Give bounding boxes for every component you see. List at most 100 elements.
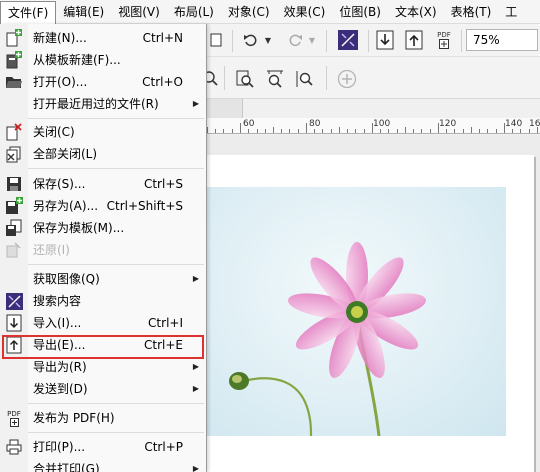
publish-pdf-icon: PDF — [5, 409, 23, 427]
menu-item-label: 还原(I) — [33, 243, 70, 257]
pdf-label: PDF — [437, 31, 451, 39]
menu-item-open-recent[interactable]: 打开最近用过的文件(R) ▶ — [0, 93, 206, 115]
menu-item-label: 新建(N)... — [33, 31, 87, 45]
menu-item-label: 保存(S)... — [33, 177, 86, 191]
menu-item-label: 导入(I)... — [33, 316, 82, 330]
search-content-icon — [5, 292, 23, 310]
ruler-label-160: 160 — [529, 119, 540, 129]
menu-item-acquire-image[interactable]: 获取图像(Q) ▶ — [0, 268, 206, 290]
menu-item-label: 导出为(R) — [33, 360, 87, 374]
menu-item-send-to[interactable]: 发送到(D) ▶ — [0, 378, 206, 400]
zoom-to-selection-icon[interactable] — [264, 68, 286, 90]
submenu-arrow-icon: ▶ — [192, 99, 199, 108]
menu-item-close-all[interactable]: 全部关闭(L) — [0, 143, 206, 165]
menu-item-label: 发送到(D) — [33, 382, 88, 396]
menu-file[interactable]: 文件(F) — [0, 0, 57, 24]
document-page[interactable] — [207, 155, 534, 472]
menu-item-label: 合并打印(G) — [33, 462, 100, 472]
save-icon — [5, 175, 23, 193]
menu-item-new-from-template[interactable]: 从模板新建(F)... — [0, 49, 206, 71]
submenu-arrow-icon: ▶ — [192, 362, 199, 371]
ruler-label-140: 140 — [505, 119, 523, 129]
menu-item-label: 保存为模板(M)... — [33, 221, 125, 235]
export-icon[interactable] — [403, 29, 425, 51]
search-content-icon[interactable] — [337, 29, 359, 51]
menu-item-save-as-template[interactable]: 保存为模板(M)... — [0, 217, 206, 239]
print-icon — [5, 438, 23, 456]
menu-item-label: 关闭(C) — [33, 125, 75, 139]
menu-item-publish-pdf[interactable]: PDF 发布为 PDF(H) — [0, 407, 206, 429]
menubar: 文件(F) 编辑(E) 视图(V) 布局(L) 对象(C) 效果(C) 位图(B… — [0, 0, 540, 24]
menu-item-label: 搜索内容 — [33, 294, 82, 308]
template-icon — [5, 51, 23, 69]
menu-table[interactable]: 表格(T) — [444, 1, 499, 23]
menu-item-new[interactable]: 新建(N)... Ctrl+N — [0, 27, 206, 49]
ruler-label-100: 100 — [373, 119, 391, 129]
submenu-arrow-icon: ▶ — [192, 384, 199, 393]
document-tab[interactable] — [207, 99, 243, 118]
publish-pdf-icon[interactable]: PDF — [432, 29, 456, 51]
ruler-label-120: 120 — [439, 119, 457, 129]
menu-item-label: 打开(O)... — [33, 75, 88, 89]
pdf-label: PDF — [7, 409, 21, 418]
document-tab-area — [207, 99, 540, 118]
revert-icon — [5, 241, 23, 259]
file-menu-dropdown: 新建(N)... Ctrl+N 从模板新建(F)... 打开(O)... Ctr… — [0, 24, 207, 472]
menu-item-save-as[interactable]: 另存为(A)... Ctrl+Shift+S — [0, 195, 206, 217]
close-all-icon — [5, 145, 23, 163]
menu-item-shortcut: Ctrl+S — [143, 177, 183, 191]
ruler-label-80: 80 — [309, 119, 321, 129]
menu-tools[interactable]: 工 — [498, 1, 524, 23]
flower-photo[interactable] — [207, 187, 506, 436]
menu-item-open[interactable]: 打开(O)... Ctrl+O — [0, 71, 206, 93]
drawing-canvas[interactable] — [207, 135, 540, 472]
cosmos-flower-image — [229, 242, 426, 436]
new-document-icon — [5, 29, 23, 47]
zoom-to-width-icon[interactable] — [294, 68, 316, 90]
menu-item-shortcut: Ctrl+N — [142, 31, 183, 45]
menu-item-search-content[interactable]: 搜索内容 — [0, 290, 206, 312]
undo-icon[interactable] — [240, 30, 262, 50]
menu-effects[interactable]: 效果(C) — [277, 1, 333, 23]
partial-toolbar-icon[interactable] — [207, 30, 227, 50]
menu-item-save[interactable]: 保存(S)... Ctrl+S — [0, 173, 206, 195]
submenu-arrow-icon: ▶ — [192, 274, 199, 283]
horizontal-ruler[interactable]: 60 80 100 120 140 160 — [207, 118, 540, 134]
zoom-level-input[interactable]: 75% — [466, 29, 538, 51]
menu-item-label: 全部关闭(L) — [33, 147, 98, 161]
zoom-in-icon[interactable] — [207, 69, 219, 87]
menu-item-label: 发布为 PDF(H) — [33, 411, 115, 425]
menu-view[interactable]: 视图(V) — [111, 1, 167, 23]
menu-bitmaps[interactable]: 位图(B) — [332, 1, 388, 23]
menu-item-import[interactable]: 导入(I)... Ctrl+I — [0, 312, 206, 334]
menu-layout[interactable]: 布局(L) — [167, 1, 221, 23]
ruler-label-60: 60 — [243, 119, 255, 129]
submenu-arrow-icon: ▶ — [192, 464, 199, 472]
close-document-icon — [5, 123, 23, 141]
menu-item-print[interactable]: 打印(P)... Ctrl+P — [0, 436, 206, 458]
redo-icon[interactable] — [284, 30, 306, 50]
menu-item-label: 打开最近用过的文件(R) — [33, 97, 159, 111]
save-as-icon — [5, 197, 23, 215]
menu-object[interactable]: 对象(C) — [221, 1, 277, 23]
undo-dropdown-icon[interactable]: ▼ — [262, 30, 274, 50]
menu-item-shortcut: Ctrl+P — [144, 440, 183, 454]
menu-edit[interactable]: 编辑(E) — [56, 1, 111, 23]
menu-item-label: 另存为(A)... — [33, 199, 99, 213]
menu-item-print-merge[interactable]: 合并打印(G) ▶ — [0, 458, 206, 472]
menu-item-close[interactable]: 关闭(C) — [0, 121, 206, 143]
menu-item-shortcut: Ctrl+O — [142, 75, 183, 89]
menu-text[interactable]: 文本(X) — [388, 1, 444, 23]
menu-item-revert[interactable]: 还原(I) — [0, 239, 206, 261]
menu-item-shortcut: Ctrl+Shift+S — [106, 199, 183, 213]
menu-item-label: 打印(P)... — [33, 440, 86, 454]
menu-item-export-for[interactable]: 导出为(R) ▶ — [0, 356, 206, 378]
menu-item-label: 从模板新建(F)... — [33, 53, 121, 67]
redo-dropdown-icon[interactable]: ▼ — [306, 30, 318, 50]
save-template-icon — [5, 219, 23, 237]
zoom-to-page-icon[interactable] — [234, 68, 256, 90]
import-icon[interactable] — [374, 29, 396, 51]
add-icon[interactable] — [335, 67, 359, 91]
open-folder-icon — [5, 73, 23, 91]
import-icon — [5, 314, 23, 332]
